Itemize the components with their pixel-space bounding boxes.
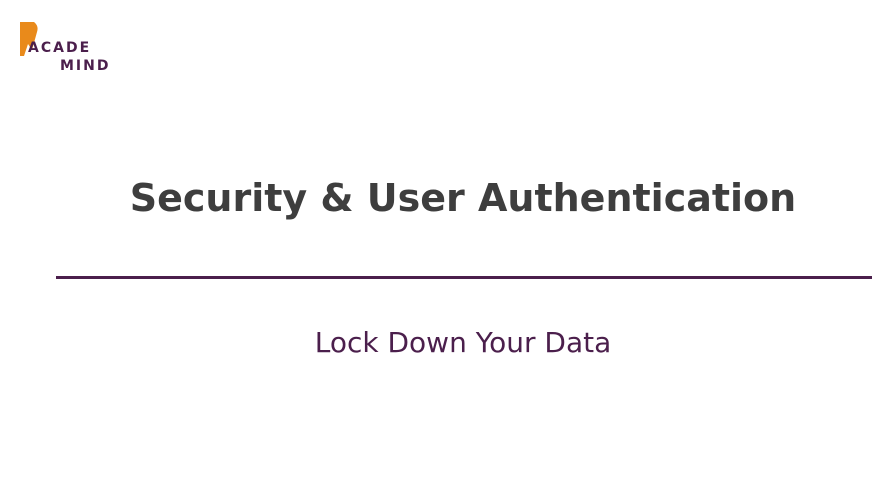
logo-text-top: ACADE (28, 40, 92, 56)
slide-subtitle: Lock Down Your Data (314, 326, 612, 359)
slide-title: Security & User Authentication (129, 176, 797, 220)
academind-logo: ACADE MIND (18, 20, 118, 76)
title-divider (56, 276, 872, 279)
logo-text-bottom: MIND (60, 58, 111, 74)
